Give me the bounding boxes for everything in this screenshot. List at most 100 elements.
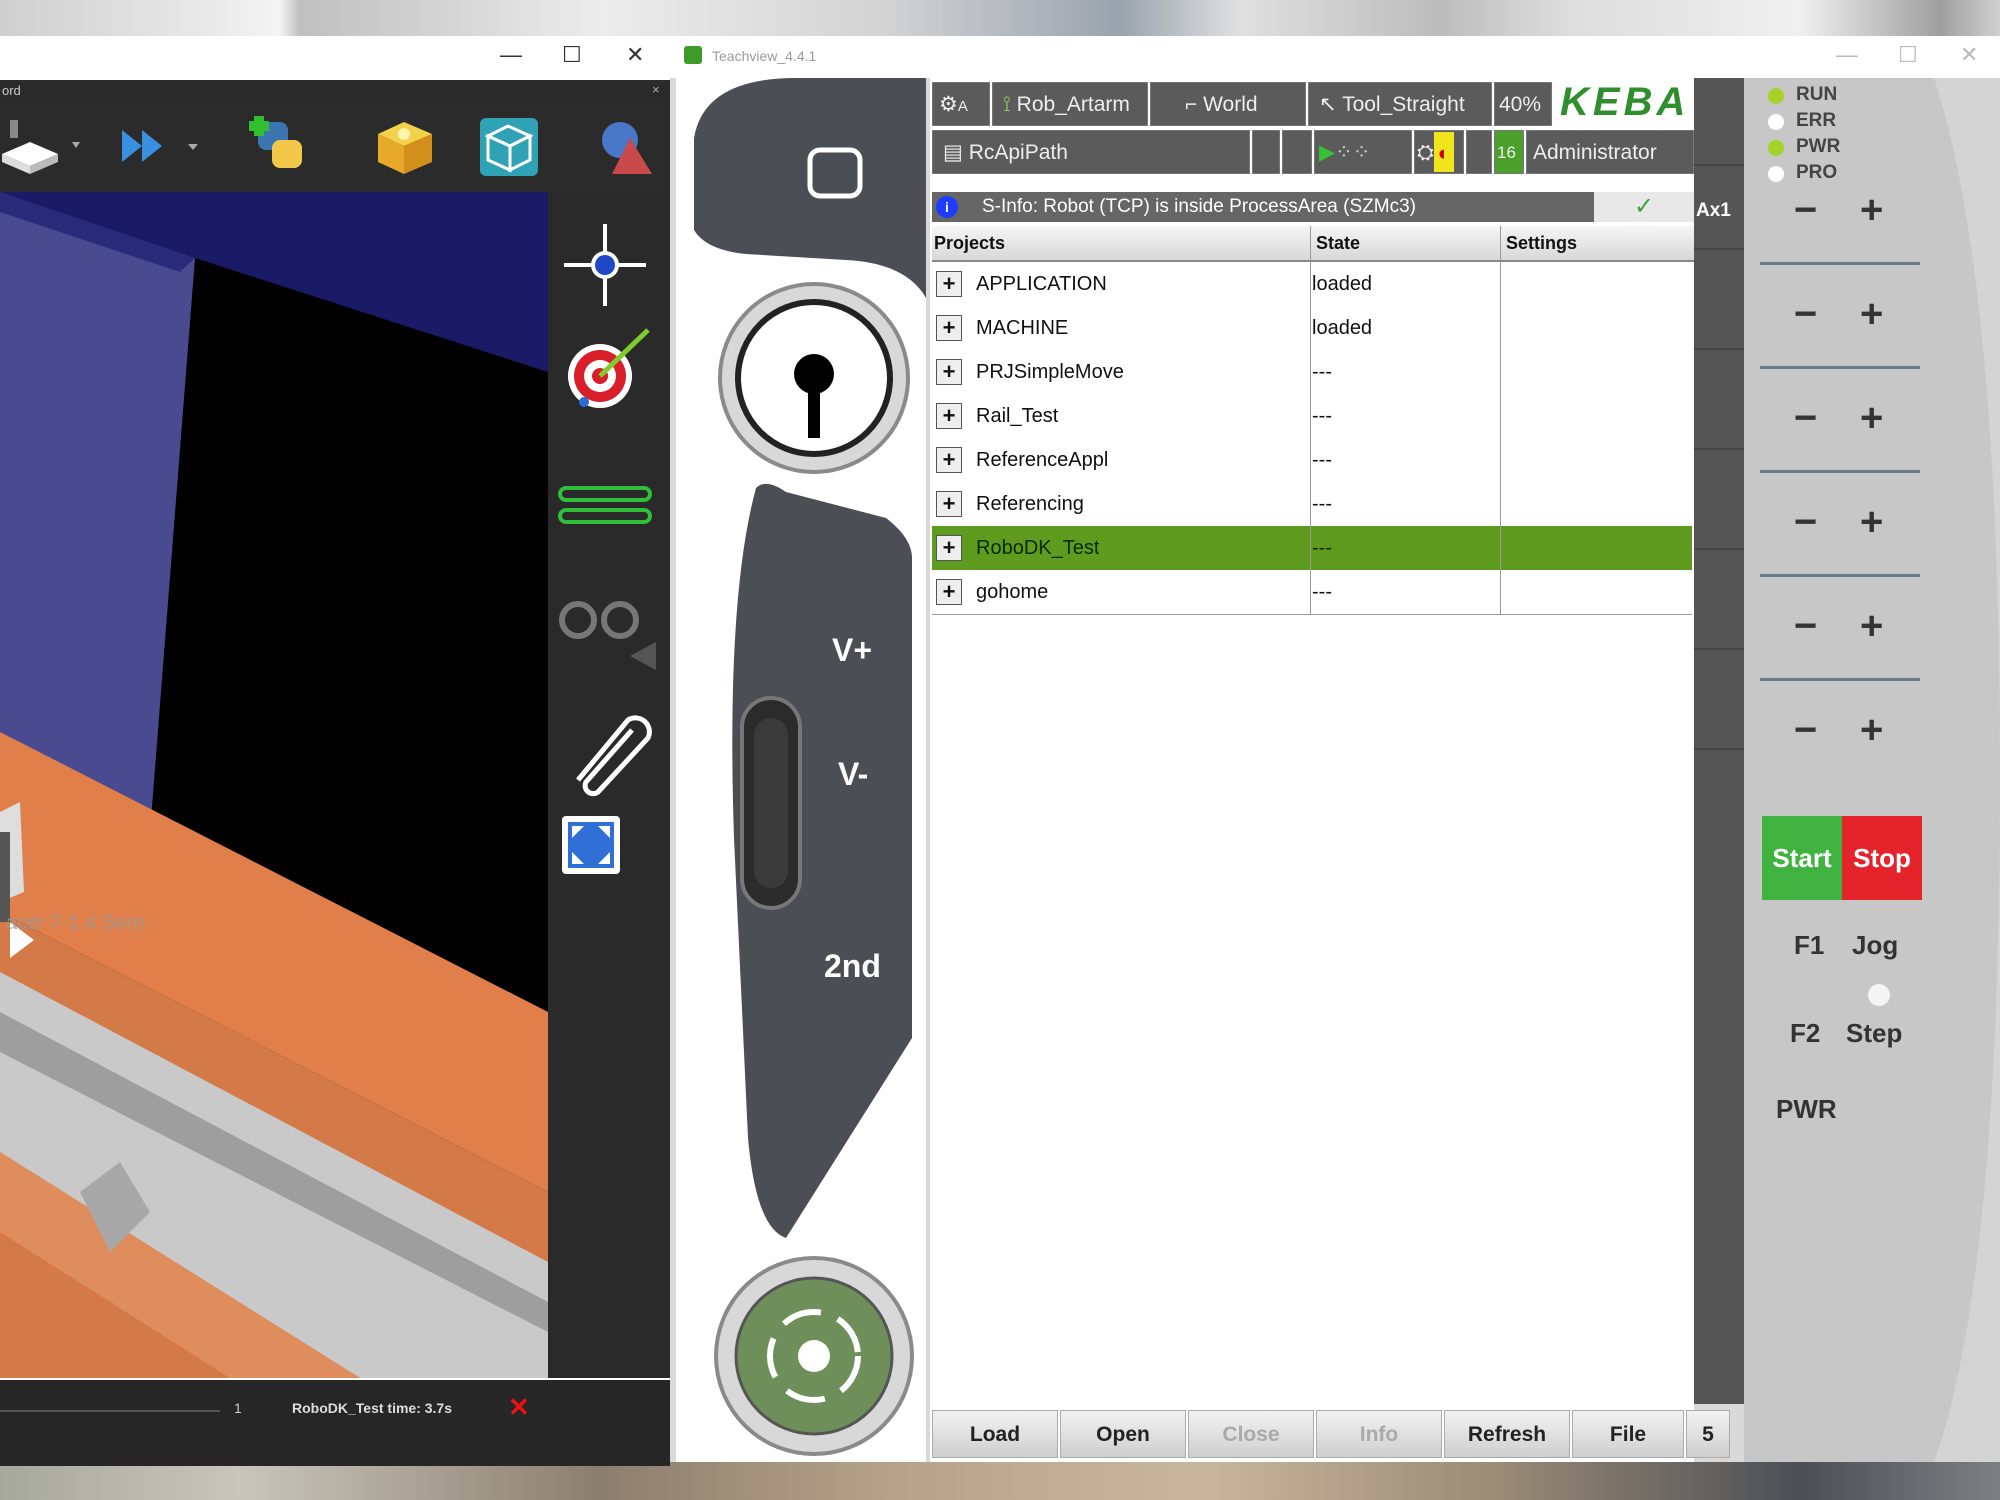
expand-icon[interactable]: +	[936, 447, 962, 473]
gift-icon[interactable]	[370, 112, 440, 182]
jog-minus-6-button[interactable]: −	[1794, 708, 1817, 753]
expand-icon[interactable]: +	[936, 403, 962, 429]
table-row-selected[interactable]: + RoboDK_Test ---	[932, 526, 1692, 571]
run-icon[interactable]	[556, 590, 656, 680]
jog-plus-3-button[interactable]: +	[1860, 396, 1883, 441]
expand-icon[interactable]: +	[936, 491, 962, 517]
open-button[interactable]: Open	[1060, 1410, 1186, 1458]
project-name: ReferenceAppl	[976, 449, 1109, 471]
jog-plus-6-button[interactable]: +	[1860, 708, 1883, 753]
user-level-badge[interactable]: 16	[1494, 130, 1524, 174]
jog-minus-1-button[interactable]: −	[1794, 188, 1817, 233]
user-name: Administrator	[1533, 141, 1657, 164]
info-icon: i	[936, 196, 958, 218]
coord-system-button[interactable]: ⚙A	[932, 82, 990, 126]
program-slot-button[interactable]	[1252, 130, 1280, 174]
user-button[interactable]: Administrator	[1526, 130, 1694, 174]
table-row[interactable]: + gohome ---	[932, 570, 1692, 615]
minimize-icon[interactable]: —	[500, 42, 522, 68]
column-header-projects[interactable]: Projects	[934, 226, 1005, 260]
maximize-icon[interactable]: ☐	[1898, 42, 1918, 68]
info-bar[interactable]: i S-Info: Robot (TCP) is inside ProcessA…	[932, 192, 1694, 222]
second-key[interactable]: 2nd	[824, 948, 881, 985]
key-switch-icon[interactable]	[720, 298, 904, 482]
expand-icon[interactable]: +	[936, 359, 962, 385]
python-icon[interactable]	[248, 112, 318, 182]
jog-plus-4-button[interactable]: +	[1860, 500, 1883, 545]
axis-5-key[interactable]	[1694, 550, 1744, 650]
jog-minus-5-button[interactable]: −	[1794, 604, 1817, 649]
page-button[interactable]: 5	[1686, 1410, 1730, 1458]
axis-1-key[interactable]: Ax1	[1694, 166, 1744, 250]
jog-plus-1-button[interactable]: +	[1860, 188, 1883, 233]
table-row[interactable]: + PRJSimpleMove ---	[932, 350, 1692, 395]
column-header-state[interactable]: State	[1316, 226, 1360, 260]
maximize-icon[interactable]: ☐	[562, 42, 582, 68]
lines-icon[interactable]	[556, 480, 656, 540]
close-panel-icon[interactable]: ×	[652, 82, 660, 97]
expand-icon[interactable]: +	[936, 315, 962, 341]
program-button[interactable]: ▤ RcApiPath	[932, 130, 1250, 174]
close-icon[interactable]: ✕	[1960, 42, 1978, 68]
jog-plus-5-button[interactable]: +	[1860, 604, 1883, 649]
shapes-icon[interactable]	[590, 112, 660, 182]
stop-button[interactable]: Stop	[1842, 816, 1922, 900]
robot-select-button[interactable]: ⟟ Rob_Artarm	[992, 82, 1148, 126]
table-row[interactable]: + MACHINE loaded	[932, 306, 1692, 351]
frame-name: World	[1203, 93, 1258, 116]
fit-icon[interactable]	[558, 812, 658, 892]
tool-select-button[interactable]: ↖ Tool_Straight	[1308, 82, 1492, 126]
expand-icon[interactable]: +	[936, 271, 962, 297]
drive-status-button[interactable]: ⛭ ◐	[1414, 130, 1464, 174]
3d-viewport[interactable]: acer 7-1.4 Sere	[0, 192, 548, 1378]
expand-icon[interactable]: +	[936, 579, 962, 605]
box-icon[interactable]	[0, 112, 80, 182]
file-button[interactable]: File	[1572, 1410, 1684, 1458]
frame-select-button[interactable]: ⌐ World	[1150, 82, 1306, 126]
step-key[interactable]: Step	[1846, 1018, 1902, 1049]
expand-icon[interactable]: +	[936, 535, 962, 561]
axis-6-key[interactable]	[1694, 650, 1744, 750]
wireframe-cube-icon[interactable]	[474, 112, 544, 182]
axis-4-key[interactable]	[1694, 450, 1744, 550]
table-row[interactable]: + ReferenceAppl ---	[932, 438, 1692, 483]
axis-2-key[interactable]	[1694, 250, 1744, 350]
start-button[interactable]: Start	[1762, 816, 1842, 900]
info-button[interactable]: Info	[1316, 1410, 1442, 1458]
acknowledge-check-icon[interactable]: ✓	[1594, 192, 1694, 222]
paperclip-icon[interactable]	[558, 700, 658, 800]
target-icon[interactable]	[560, 320, 660, 420]
f2-key[interactable]: F2	[1790, 1018, 1820, 1049]
divider	[1760, 366, 1920, 369]
axis-3-key[interactable]	[1694, 350, 1744, 450]
v-minus-key[interactable]: V-	[838, 756, 868, 793]
v-plus-key[interactable]: V+	[832, 632, 872, 669]
override-button[interactable]: 40%	[1494, 82, 1552, 126]
table-row[interactable]: + Rail_Test ---	[932, 394, 1692, 439]
stop-program-icon[interactable]: ✕	[508, 1392, 530, 1423]
table-row[interactable]: + APPLICATION loaded	[932, 262, 1692, 307]
jog-plus-2-button[interactable]: +	[1860, 292, 1883, 337]
program-slot-button[interactable]	[1282, 130, 1312, 174]
refresh-button[interactable]: Refresh	[1444, 1410, 1570, 1458]
handwheel-icon[interactable]	[720, 1262, 910, 1452]
background-photo-bottom	[0, 1462, 2000, 1500]
menu-item[interactable]: ord	[2, 83, 21, 98]
close-button[interactable]: Close	[1188, 1410, 1314, 1458]
f1-key[interactable]: F1	[1794, 930, 1824, 961]
robodk-titlebar: — ☐ ✕	[0, 36, 670, 78]
jog-minus-4-button[interactable]: −	[1794, 500, 1817, 545]
jog-minus-2-button[interactable]: −	[1794, 292, 1817, 337]
close-icon[interactable]: ✕	[626, 42, 644, 68]
load-button[interactable]: Load	[932, 1410, 1058, 1458]
pwr-key[interactable]: PWR	[1776, 1094, 1837, 1125]
program-control-button[interactable]: ▶⁘⁘	[1314, 130, 1412, 174]
jog-minus-3-button[interactable]: −	[1794, 396, 1817, 441]
jog-key[interactable]: Jog	[1852, 930, 1898, 961]
fast-forward-icon[interactable]	[118, 126, 208, 166]
home-key-icon[interactable]	[752, 210, 802, 260]
minimize-icon[interactable]: —	[1836, 42, 1858, 68]
column-header-settings[interactable]: Settings	[1506, 226, 1577, 260]
table-row[interactable]: + Referencing ---	[932, 482, 1692, 527]
move-target-icon[interactable]	[560, 220, 650, 310]
